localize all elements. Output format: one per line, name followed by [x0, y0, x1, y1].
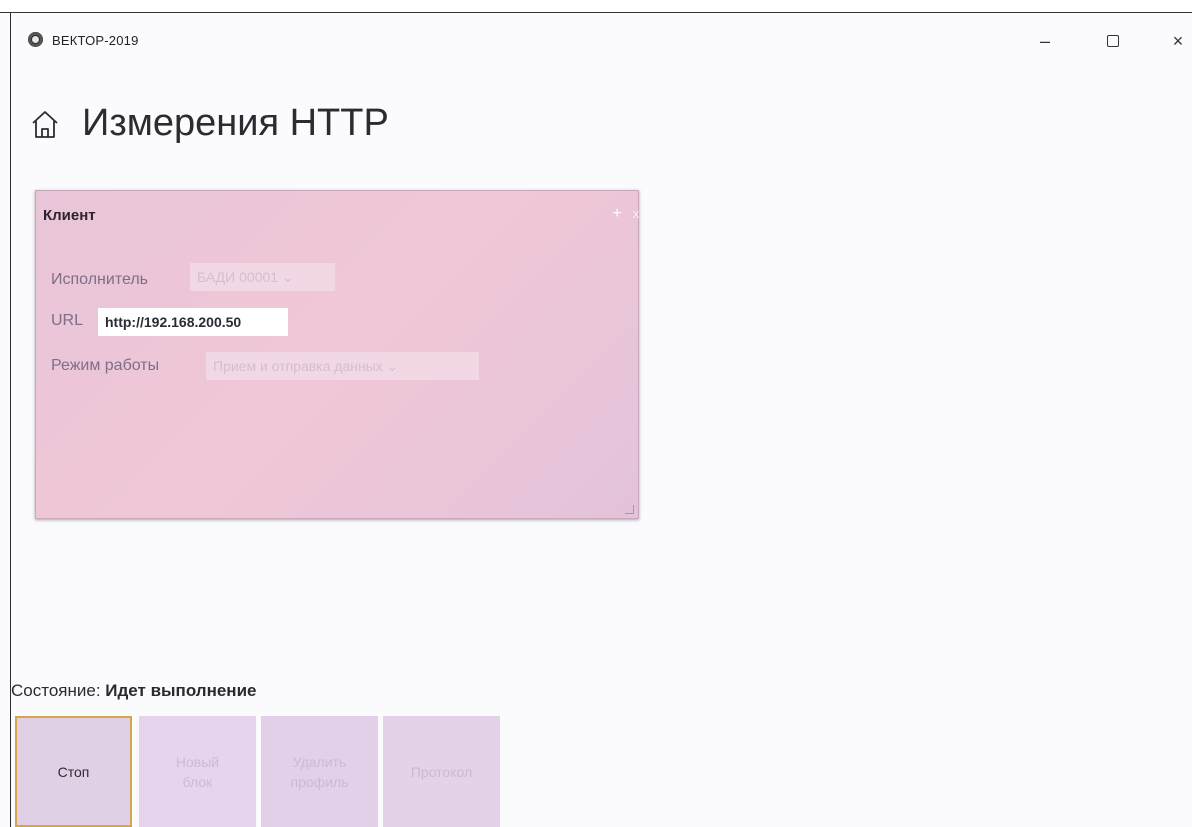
mode-label: Режим работы — [51, 357, 160, 374]
status-label: Состояние: — [11, 681, 101, 700]
protocol-button[interactable]: Протокол — [383, 716, 500, 827]
chevron-down-icon: ⌄ — [386, 358, 399, 374]
executor-label: Исполнитель — [51, 271, 149, 288]
status-value: Идет выполнение — [105, 681, 257, 700]
minimize-button[interactable]: – — [1028, 28, 1062, 54]
status-line: Состояние: Идет выполнение — [11, 681, 256, 701]
executor-value: БАДИ 00001 — [197, 269, 279, 285]
home-icon[interactable] — [30, 108, 60, 142]
add-block-button[interactable]: + — [607, 204, 627, 224]
new-block-label: Новый блок — [175, 753, 220, 790]
maximize-button[interactable] — [1096, 28, 1130, 54]
window-top-border — [0, 0, 1192, 13]
client-block: Клиент + x Исполнитель БАДИ 00001 ⌄ URL … — [35, 190, 639, 519]
resize-grip-icon[interactable] — [625, 505, 634, 514]
delete-profile-label: Удалить профиль — [290, 753, 349, 790]
stop-button-label: Стоп — [57, 763, 90, 780]
title-bar: ВЕКТОР-2019 – × — [11, 13, 1192, 63]
mode-select[interactable]: Прием и отправка данных ⌄ — [206, 352, 479, 380]
url-label: URL — [51, 312, 84, 329]
url-input[interactable]: http://192.168.200.50 — [98, 308, 288, 336]
stop-button[interactable]: Стоп — [15, 716, 132, 827]
delete-profile-button[interactable]: Удалить профиль — [261, 716, 378, 827]
executor-select[interactable]: БАДИ 00001 ⌄ — [190, 263, 335, 291]
chevron-down-icon: ⌄ — [281, 269, 294, 285]
protocol-button-label: Протокол — [410, 763, 473, 780]
close-window-button[interactable]: × — [1161, 28, 1192, 54]
close-block-button[interactable]: x — [627, 204, 645, 224]
app-logo-icon — [28, 32, 43, 47]
client-block-title: Клиент — [43, 207, 96, 224]
mode-value: Прием и отправка данных — [213, 358, 383, 374]
page-title: Измерения HTTP — [82, 102, 389, 144]
window-left-border — [10, 12, 11, 827]
window-title: ВЕКТОР-2019 — [52, 33, 139, 48]
new-block-button[interactable]: Новый блок — [139, 716, 256, 827]
maximize-icon — [1107, 35, 1119, 47]
